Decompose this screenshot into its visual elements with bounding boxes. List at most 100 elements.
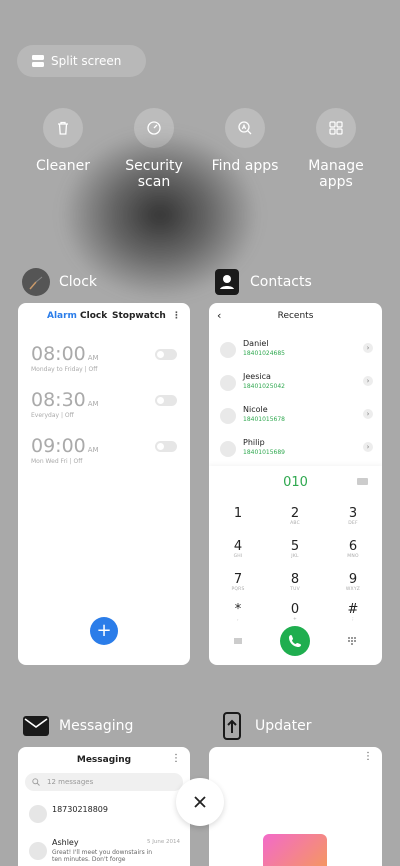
alarm-schedule: Mon Wed Fri | Off: [31, 458, 83, 465]
dial-key[interactable]: 8 TUV: [275, 572, 315, 592]
dial-key[interactable]: 4 GHI: [218, 539, 258, 559]
alarm-time: 08:00: [31, 343, 86, 365]
dial-key[interactable]: 7 PQRS: [218, 572, 258, 592]
dial-key[interactable]: 1: [218, 506, 258, 521]
alarm-ampm: AM: [87, 400, 99, 408]
phone-icon: [289, 635, 301, 647]
clock-card[interactable]: Alarm Clock Stopwatch ⋮ 08:00 AM Monday t…: [18, 303, 190, 665]
security-scan-tool[interactable]: Security scan: [109, 108, 199, 190]
thread-preview: Great! I'll meet you downstairs in ten m…: [52, 849, 153, 863]
contact-name: Philip: [243, 438, 265, 447]
clock-icon: [22, 268, 50, 296]
find-apps-label: Find apps: [211, 158, 279, 174]
tab-stopwatch[interactable]: Stopwatch: [112, 311, 166, 321]
alarm-time: 09:00: [31, 435, 86, 457]
dial-key[interactable]: 3 DEF: [333, 506, 373, 526]
dialpad-icon[interactable]: [347, 636, 357, 646]
tab-alarm[interactable]: Alarm: [47, 311, 77, 321]
dial-key[interactable]: 6 MNO: [333, 539, 373, 559]
contact-row[interactable]: Philip 18401015689 ›: [209, 436, 381, 466]
add-alarm-button[interactable]: +: [90, 617, 118, 645]
contact-name: Jeesica: [243, 372, 271, 381]
alarm-toggle[interactable]: [155, 395, 177, 406]
search-app-icon: [238, 121, 252, 135]
avatar: [220, 342, 236, 358]
updater-icon: [223, 712, 241, 740]
split-screen-label: Split screen: [51, 54, 122, 68]
updater-card[interactable]: ⋮: [209, 747, 382, 866]
contacts-app-header[interactable]: Contacts: [213, 268, 312, 296]
contact-number: 18401015689: [243, 449, 285, 456]
search-input[interactable]: 12 messages: [25, 773, 183, 791]
security-scan-label: Security scan: [125, 158, 183, 190]
avatar: [220, 441, 236, 457]
contact-row[interactable]: Jeesica 18401025042 ›: [209, 370, 381, 400]
contact-number: 18401015678: [243, 416, 285, 423]
thread-name: Ashley: [52, 838, 79, 847]
close-icon: [194, 796, 206, 808]
messaging-title: Messaging: [76, 755, 132, 765]
avatar: [29, 842, 47, 860]
contact-number: 18401025042: [243, 383, 285, 390]
more-icon[interactable]: ⋮: [172, 311, 181, 321]
call-button[interactable]: [280, 626, 310, 656]
avatar: [220, 408, 236, 424]
messaging-icon: [23, 716, 49, 736]
tab-clock[interactable]: Clock: [80, 311, 107, 321]
avatar: [220, 375, 236, 391]
quick-tools: Cleaner Security scan Find apps Manage a…: [0, 108, 400, 198]
dial-key[interactable]: #;: [333, 602, 373, 622]
manage-apps-tool[interactable]: Manage apps: [291, 108, 381, 190]
miui-logo: [263, 834, 327, 866]
chevron-right-icon[interactable]: ›: [363, 409, 373, 419]
search-icon: [32, 778, 40, 786]
contacts-icon: [215, 269, 239, 295]
updater-app-name: Updater: [255, 718, 312, 734]
dial-key[interactable]: 0 +: [275, 602, 315, 622]
alarm-toggle[interactable]: [155, 349, 177, 360]
trash-icon: [58, 121, 68, 135]
thread-name: 18730218809: [52, 805, 108, 814]
dial-key[interactable]: *,: [218, 602, 258, 622]
cleaner-tool[interactable]: Cleaner: [18, 108, 108, 174]
chevron-right-icon[interactable]: ›: [363, 442, 373, 452]
contacts-card[interactable]: ‹ Recents Daniel 18401024685 › Jeesica 1…: [209, 303, 382, 665]
messaging-app-name: Messaging: [59, 718, 134, 734]
alarm-schedule: Monday to Friday | Off: [31, 366, 98, 373]
chevron-right-icon[interactable]: ›: [363, 343, 373, 353]
contact-row[interactable]: Nicole 18401015678 ›: [209, 403, 381, 433]
alarm-time: 08:30: [31, 389, 86, 411]
recents-title: Recents: [277, 311, 314, 321]
dial-key[interactable]: 5 JKL: [275, 539, 315, 559]
contact-row[interactable]: Daniel 18401024685 ›: [209, 337, 381, 367]
dialpad: 010 1 2 ABC 3 DEF 4 GHI 5 JKL 6 MNO 7 PQRS 8 TU…: [209, 466, 382, 665]
close-all-button[interactable]: [176, 778, 224, 826]
messaging-card[interactable]: Messaging ⋮ 12 messages 18730218809 Ashl…: [18, 747, 190, 866]
dial-key[interactable]: 2 ABC: [275, 506, 315, 526]
grid-icon: [329, 121, 343, 135]
split-screen-icon: [32, 55, 44, 67]
contacts-app-name: Contacts: [250, 274, 312, 290]
contact-name: Nicole: [243, 405, 268, 414]
alarm-schedule: Everyday | Off: [31, 412, 74, 419]
dial-key[interactable]: 9 WXYZ: [333, 572, 373, 592]
avatar: [29, 805, 47, 823]
alarm-toggle[interactable]: [155, 441, 177, 452]
backspace-icon[interactable]: [357, 478, 368, 485]
more-icon[interactable]: ⋮: [363, 751, 373, 762]
cleaner-label: Cleaner: [35, 158, 91, 174]
shield-scan-icon: [147, 121, 161, 135]
alarm-ampm: AM: [87, 354, 99, 362]
menu-icon[interactable]: [233, 636, 243, 646]
chevron-right-icon[interactable]: ›: [363, 376, 373, 386]
more-icon[interactable]: ⋮: [171, 753, 181, 764]
clock-app-name: Clock: [59, 274, 98, 290]
manage-apps-label: Manage apps: [308, 158, 364, 190]
messaging-app-header[interactable]: Messaging: [22, 712, 133, 740]
clock-app-header[interactable]: Clock: [22, 268, 97, 296]
thread-date: 5 June 2014: [147, 839, 180, 845]
contact-number: 18401024685: [243, 350, 285, 357]
updater-app-header[interactable]: Updater: [218, 712, 311, 740]
find-apps-tool[interactable]: Find apps: [200, 108, 290, 174]
split-screen-button[interactable]: Split screen: [17, 45, 146, 77]
